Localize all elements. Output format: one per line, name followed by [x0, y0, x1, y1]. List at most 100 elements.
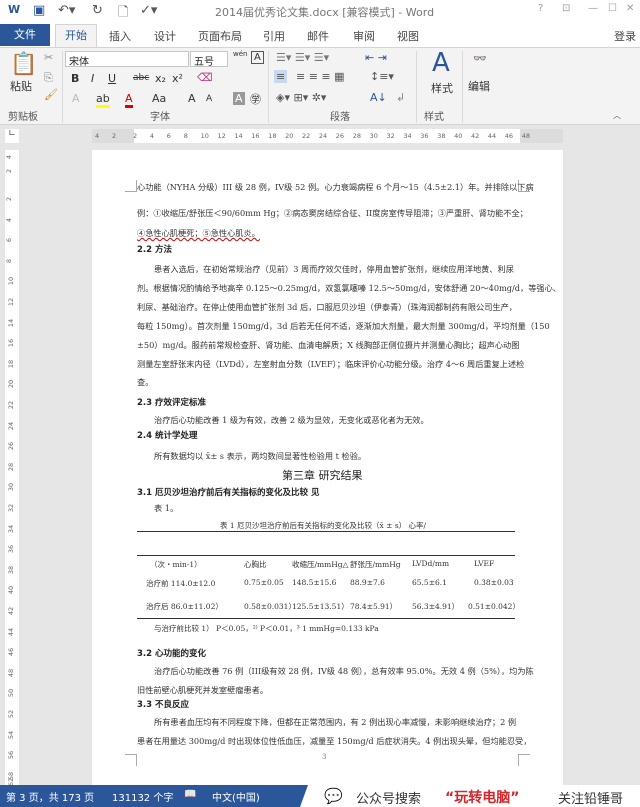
- tab-design[interactable]: 设计: [154, 26, 176, 46]
- clear-formatting-icon[interactable]: ⌫: [197, 71, 213, 84]
- table-cell: 心胸比: [244, 560, 267, 569]
- find-icon[interactable]: 👓: [473, 52, 487, 65]
- print-preview-icon[interactable]: 🗋: [118, 3, 128, 25]
- enclose-characters-icon[interactable]: ㊫: [250, 91, 261, 107]
- strikethrough-button[interactable]: abc: [133, 73, 149, 83]
- ruler-label: 16: [7, 339, 16, 348]
- horizontal-ruler[interactable]: 4 2 2 4 6 8 10 12 14 16 18 20 22 24 26 28 30 32 34 36 38 40 42…: [92, 129, 563, 143]
- highlight-icon[interactable]: ab: [96, 92, 110, 108]
- indent-icons[interactable]: ⇤ ⇥: [365, 51, 387, 64]
- ruler-label: 54: [7, 730, 16, 739]
- tab-mailings[interactable]: 邮件: [307, 26, 329, 46]
- save-icon[interactable]: ▣: [33, 3, 45, 18]
- superscript-button[interactable]: x²: [172, 72, 183, 85]
- editing-button[interactable]: 编辑: [468, 78, 490, 94]
- sort-icon[interactable]: A↓: [370, 91, 387, 104]
- styles-icon[interactable]: A: [432, 48, 450, 78]
- text-effects-icon[interactable]: A: [72, 92, 80, 105]
- show-marks-icon[interactable]: ↲: [396, 91, 405, 104]
- bold-button[interactable]: B: [71, 72, 79, 85]
- ribbon-display-button[interactable]: ⊡: [562, 3, 570, 14]
- font-color-icon[interactable]: A: [125, 92, 133, 108]
- ruler-label: 2: [133, 132, 138, 140]
- tab-insert[interactable]: 插入: [109, 26, 131, 46]
- change-case-button[interactable]: Aa: [152, 92, 166, 105]
- ruler-label: 2: [5, 168, 14, 174]
- chapter-title: 第三章 研究结果: [282, 469, 363, 482]
- body-line: 治疗后心功能改善 76 例（III级有效 28 例，IV级 48 例），总有效率…: [154, 666, 534, 676]
- align-buttons[interactable]: ≡ ≡ ≡ ▦: [296, 70, 345, 83]
- copy-icon[interactable]: ⎘: [44, 71, 53, 85]
- ruler-label: 10: [7, 277, 16, 286]
- page-count[interactable]: 第 3 页，共 173 页: [6, 789, 94, 804]
- ruler-label: 30: [369, 132, 378, 140]
- character-border-button[interactable]: A: [251, 51, 264, 64]
- vertical-ruler[interactable]: 4 2 2 4 6 8 10 12 14 16 18 20 22 24 26 28 30 32 34 36 38 40 42…: [5, 150, 19, 786]
- font-size-select[interactable]: 五号: [190, 51, 228, 68]
- underline-button[interactable]: U: [108, 72, 116, 85]
- body-line: 治疗后心功能改善 1 级为有效，改善 2 级为显效，无变化或恶化者为无效。: [154, 415, 429, 425]
- minimize-button[interactable]: —: [588, 3, 598, 14]
- subscript-button[interactable]: x₂: [155, 72, 166, 85]
- watermark-text: 关注铅锤哥: [558, 792, 624, 807]
- ruler-label: 34: [7, 524, 16, 533]
- ruler-label: 32: [7, 503, 16, 513]
- tab-view[interactable]: 视图: [397, 26, 419, 46]
- ruler-label: 14: [234, 132, 243, 140]
- ruler-label: 46: [504, 132, 514, 140]
- format-painter-icon[interactable]: 🖌: [44, 88, 58, 101]
- clipboard-group-label: 剪贴板: [8, 112, 38, 123]
- font-name-select[interactable]: 宋体: [65, 51, 189, 68]
- bullets-icon[interactable]: ☰▾ ☰▾ ☰▾: [276, 51, 329, 64]
- body-line: 患者在用量达 300mg/d 时出现体位性低血压，减量至 150mg/d 后症状…: [137, 736, 532, 746]
- body-line: ±50）mg/d。服药前常规检查肝、肾功能、血清电解质；X 线胸部正侧位摄片并测…: [137, 340, 520, 350]
- tab-layout[interactable]: 页面布局: [198, 26, 242, 46]
- table-cell: 0.51±0.042）: [468, 602, 520, 611]
- collapse-ribbon-icon[interactable]: ︿: [613, 110, 621, 121]
- tab-home[interactable]: 开始: [55, 24, 97, 48]
- spelling-icon[interactable]: ✓▾: [140, 3, 157, 18]
- ruler-label: 44: [487, 132, 497, 140]
- line-spacing-icon[interactable]: ↕≡▾: [370, 70, 394, 83]
- italic-button[interactable]: I: [91, 72, 94, 85]
- login-link[interactable]: 登录: [614, 26, 636, 46]
- section-heading: 3.2 心功能的变化: [137, 649, 207, 659]
- shrink-font-button[interactable]: A: [206, 94, 212, 104]
- ruler-label: 52: [7, 709, 16, 719]
- undo-icon[interactable]: ↶▾: [58, 3, 75, 18]
- ruler-label: 28: [7, 462, 16, 471]
- tab-selector-icon[interactable]: ∟: [5, 129, 19, 143]
- watermark-text: 公众号搜索: [356, 792, 422, 807]
- language[interactable]: 中文(中国): [212, 789, 260, 804]
- table-cell: 收缩压/mmHg△: [292, 560, 349, 569]
- redo-icon[interactable]: ↻: [92, 3, 103, 18]
- ruler-label: 48: [521, 132, 530, 140]
- ruler-label: 2: [112, 132, 117, 140]
- tab-review[interactable]: 审阅: [353, 26, 375, 46]
- cut-icon[interactable]: ✂: [44, 51, 53, 64]
- ruler-label: 18: [7, 359, 16, 368]
- styles-button[interactable]: 样式: [431, 80, 453, 96]
- close-button[interactable]: ✕: [626, 3, 634, 14]
- word-count[interactable]: 131132 个字: [112, 789, 173, 804]
- character-shading-icon[interactable]: A: [233, 92, 245, 105]
- document-page[interactable]: 心功能（NYHA 分级）III 级 28 例，IV级 52 例。心力衰竭病程 6…: [92, 150, 563, 790]
- ruler-label: 6: [166, 132, 171, 140]
- ruler-label: 8: [5, 258, 14, 263]
- ruler-label: 24: [7, 421, 16, 430]
- phonetic-guide-button[interactable]: wén: [233, 50, 247, 58]
- tab-file[interactable]: 文件: [0, 24, 50, 46]
- section-heading: 2.4 统计学处理: [137, 431, 198, 441]
- proofing-icon[interactable]: 📖: [184, 789, 196, 800]
- ruler-label: 48: [7, 668, 16, 677]
- grow-font-button[interactable]: A: [188, 92, 196, 105]
- help-button[interactable]: ?: [538, 3, 543, 14]
- align-left-button[interactable]: ≡: [274, 70, 288, 83]
- ruler-label: 26: [7, 442, 16, 451]
- paste-button[interactable]: 粘贴: [10, 78, 32, 94]
- maximize-button[interactable]: ☐: [608, 3, 617, 14]
- shading-icon[interactable]: ◈▾ ⊞▾ ✲▾: [276, 91, 326, 104]
- paste-icon[interactable]: 📋: [10, 52, 37, 77]
- section-heading: 2.3 疗效评定标准: [137, 398, 207, 408]
- tab-references[interactable]: 引用: [263, 26, 285, 46]
